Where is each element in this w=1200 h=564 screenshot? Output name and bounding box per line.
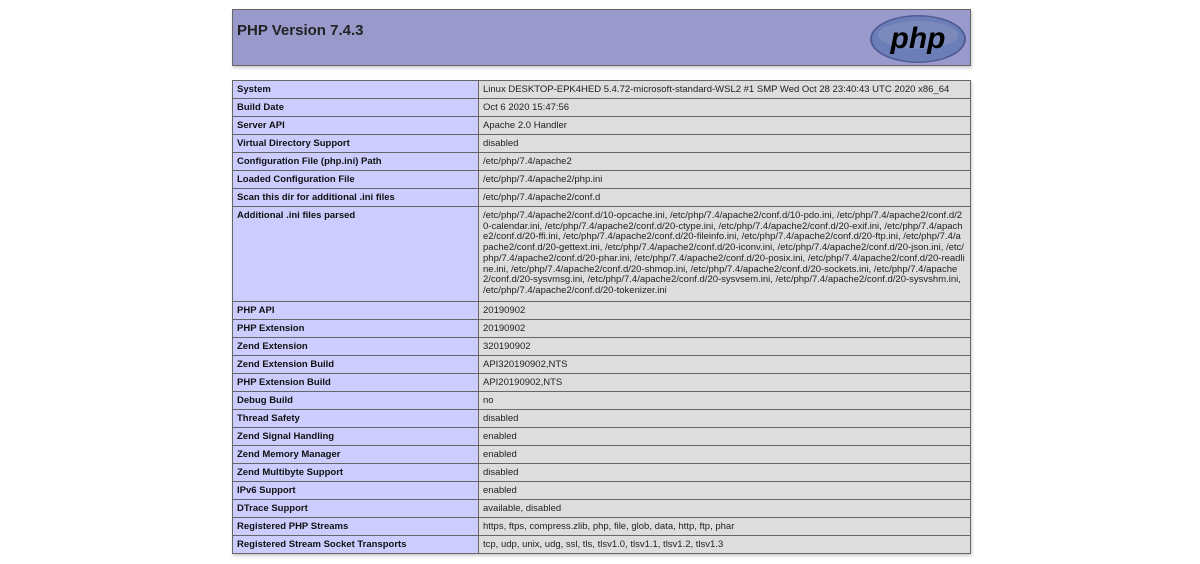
- table-row: PHP Extension 20190902: [232, 318, 971, 338]
- row-value: Oct 6 2020 15:47:56: [478, 98, 971, 117]
- row-value: /etc/php/7.4/apache2/conf.d: [478, 188, 971, 207]
- row-label: PHP Extension Build: [232, 372, 479, 392]
- row-value: Apache 2.0 Handler: [478, 116, 971, 135]
- row-label: Virtual Directory Support: [232, 134, 479, 153]
- row-value: tcp, udp, unix, udg, ssl, tls, tlsv1.0, …: [478, 534, 971, 554]
- table-row: Zend Extension Build API320190902,NTS: [232, 354, 971, 374]
- row-value: 320190902: [478, 336, 971, 356]
- row-value: /etc/php/7.4/apache2/php.ini: [478, 170, 971, 189]
- row-label: Registered PHP Streams: [232, 516, 479, 536]
- table-row: Scan this dir for additional .ini files /…: [232, 188, 971, 207]
- version-header: PHP Version 7.4.3 php: [232, 9, 971, 66]
- table-row: Debug Build no: [232, 390, 971, 410]
- table-row: PHP API 20190902: [232, 300, 971, 320]
- info-table-body: System Linux DESKTOP-EPK4HED 5.4.72-micro…: [232, 80, 971, 554]
- table-row: Virtual Directory Support disabled: [232, 134, 971, 153]
- php-logo-text: php: [890, 22, 946, 55]
- row-label: Additional .ini files parsed: [232, 206, 479, 302]
- row-value: no: [478, 390, 971, 410]
- row-label: Scan this dir for additional .ini files: [232, 188, 479, 207]
- table-row: Zend Memory Manager enabled: [232, 444, 971, 464]
- row-value: 20190902: [478, 318, 971, 338]
- table-row: IPv6 Support enabled: [232, 480, 971, 500]
- table-row: DTrace Support available, disabled: [232, 498, 971, 518]
- row-label: Zend Extension: [232, 336, 479, 356]
- row-value: API320190902,NTS: [478, 354, 971, 374]
- info-table: System Linux DESKTOP-EPK4HED 5.4.72-micro…: [232, 80, 971, 554]
- table-row: Loaded Configuration File/etc/php/7.4/ap…: [232, 170, 971, 189]
- row-label: Thread Safety: [232, 408, 479, 428]
- table-row: PHP Extension Build API20190902,NTS: [232, 372, 971, 392]
- row-label: Loaded Configuration File: [232, 170, 479, 189]
- row-label: IPv6 Support: [232, 480, 479, 500]
- table-row: System Linux DESKTOP-EPK4HED 5.4.72-micro…: [232, 80, 971, 99]
- row-label: Zend Signal Handling: [232, 426, 479, 446]
- page-title: PHP Version 7.4.3: [237, 22, 364, 39]
- row-label: DTrace Support: [232, 498, 479, 518]
- row-value: API20190902,NTS: [478, 372, 971, 392]
- row-value: enabled: [478, 426, 971, 446]
- row-value: enabled: [478, 444, 971, 464]
- row-value: disabled: [478, 462, 971, 482]
- row-value: enabled: [478, 480, 971, 500]
- table-row: Configuration File (php.ini) Path/etc/ph…: [232, 152, 971, 171]
- table-row: Zend Signal Handling enabled: [232, 426, 971, 446]
- row-label: Debug Build: [232, 390, 479, 410]
- table-row: Registered Stream Socket Transports tcp, …: [232, 534, 971, 554]
- row-value: Linux DESKTOP-EPK4HED 5.4.72-microsoft-s…: [478, 80, 971, 99]
- php-logo: php: [870, 15, 966, 63]
- table-row: Build Date Oct 6 2020 15:47:56: [232, 98, 971, 117]
- table-row: Registered PHP Streams https, ftps, compr…: [232, 516, 971, 536]
- row-value: 20190902: [478, 300, 971, 320]
- row-label: Zend Multibyte Support: [232, 462, 479, 482]
- table-row: Zend Multibyte Support disabled: [232, 462, 971, 482]
- row-label: PHP Extension: [232, 318, 479, 338]
- row-label: Zend Extension Build: [232, 354, 479, 374]
- table-row: Thread Safety disabled: [232, 408, 971, 428]
- table-row: Zend Extension 320190902: [232, 336, 971, 356]
- row-value: available, disabled: [478, 498, 971, 518]
- row-label: Zend Memory Manager: [232, 444, 479, 464]
- row-label: Registered Stream Socket Transports: [232, 534, 479, 554]
- row-label: Configuration File (php.ini) Path: [232, 152, 479, 171]
- row-value: disabled: [478, 134, 971, 153]
- row-value: disabled: [478, 408, 971, 428]
- row-label: Build Date: [232, 98, 479, 117]
- row-value: /etc/php/7.4/apache2: [478, 152, 971, 171]
- row-label: Server API: [232, 116, 479, 135]
- table-row: Server API Apache 2.0 Handler: [232, 116, 971, 135]
- table-row: Additional .ini files parsed/etc/php/7.4…: [232, 206, 971, 302]
- row-label: System: [232, 80, 479, 99]
- row-value: https, ftps, compress.zlib, php, file, g…: [478, 516, 971, 536]
- row-label: PHP API: [232, 300, 479, 320]
- row-value: /etc/php/7.4/apache2/conf.d/10-opcache.i…: [478, 206, 971, 302]
- phpinfo-container: PHP Version 7.4.3 php System Linux DESKTO…: [232, 9, 971, 554]
